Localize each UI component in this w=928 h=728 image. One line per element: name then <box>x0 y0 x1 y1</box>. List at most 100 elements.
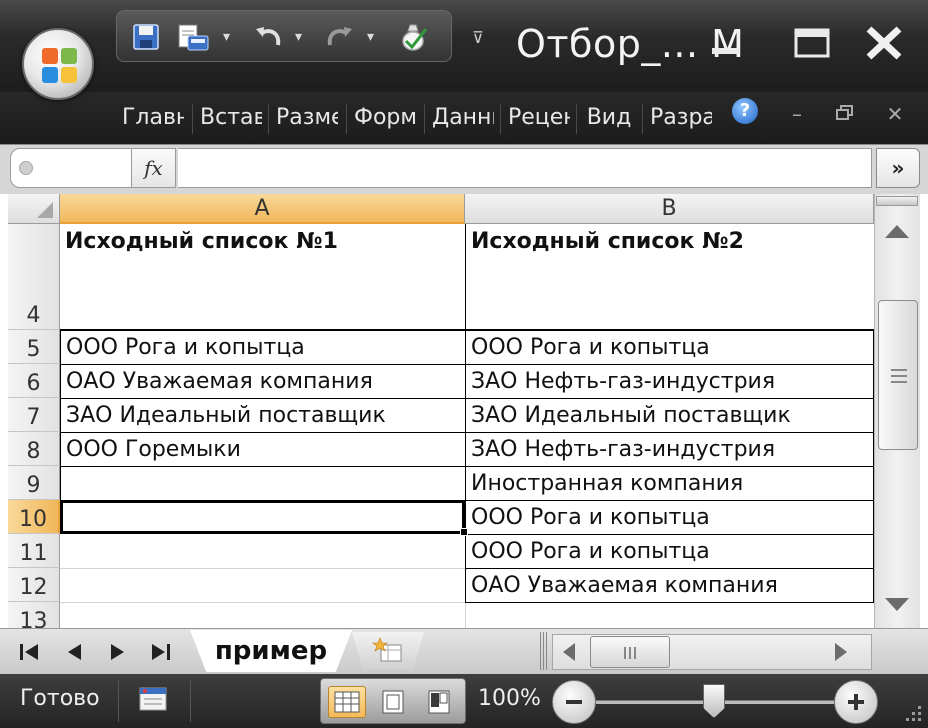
expand-formula-bar-button[interactable]: » <box>876 148 920 188</box>
undo-icon <box>256 27 281 46</box>
row-header[interactable]: 4 <box>8 224 60 330</box>
tab-separator <box>268 104 269 134</box>
cell-b8[interactable]: ЗАО Нефть-газ-индустрия <box>465 432 874 467</box>
cell-a12[interactable] <box>60 568 465 602</box>
print-preview-icon <box>178 24 209 51</box>
close-button[interactable] <box>856 20 912 66</box>
cell-a7[interactable]: ЗАО Идеальный поставщик <box>60 398 466 433</box>
row-header[interactable]: 12 <box>8 568 60 602</box>
page-layout-view-button[interactable] <box>374 686 412 718</box>
cell-a5[interactable]: ООО Рога и копытца <box>60 330 466 365</box>
spell-check-button[interactable] <box>393 21 433 53</box>
customize-toolbar-button[interactable]: ⊽ <box>468 26 488 50</box>
vertical-split-box[interactable] <box>876 196 918 206</box>
insert-sheet-button[interactable] <box>352 632 424 670</box>
cell-a4[interactable]: Исходный список №1 <box>60 224 465 330</box>
window-resize-grip[interactable] <box>900 700 924 724</box>
tab-page-layout[interactable]: Разметка страницы <box>276 98 338 138</box>
zoom-in-button[interactable] <box>834 680 878 724</box>
scroll-left-button[interactable] <box>554 636 584 668</box>
row-header[interactable]: 8 <box>8 432 60 466</box>
row-header[interactable]: 6 <box>8 364 60 398</box>
cell-a10[interactable] <box>60 500 465 534</box>
tab-insert[interactable]: Вставка <box>200 98 262 138</box>
fill-handle[interactable] <box>460 528 468 536</box>
cell-a9[interactable] <box>60 466 466 501</box>
redo-dropdown-arrow[interactable]: ▾ <box>367 29 374 45</box>
row-header[interactable]: 9 <box>8 466 60 500</box>
tab-view[interactable]: Вид <box>584 98 634 138</box>
page-break-view-icon <box>428 690 450 714</box>
cell-a8[interactable]: ООО Горемыки <box>60 432 466 467</box>
workbook-restore-button[interactable] <box>830 100 860 128</box>
workbook-minimize-button[interactable]: – <box>782 100 812 128</box>
print-dropdown-arrow[interactable]: ▾ <box>223 29 230 45</box>
select-all-button[interactable] <box>8 194 60 224</box>
row-header[interactable]: 11 <box>8 534 60 568</box>
restore-icon <box>836 105 853 120</box>
last-sheet-button[interactable] <box>144 637 178 667</box>
tab-review[interactable]: Рецензирование <box>508 98 570 138</box>
cell-b6[interactable]: ЗАО Нефть-газ-индустрия <box>465 364 874 399</box>
sheet-tab-active[interactable]: пример <box>190 630 352 672</box>
prev-sheet-icon <box>68 644 81 660</box>
tab-split-handle[interactable] <box>540 632 548 670</box>
spreadsheet-grid: A B 4 5 6 7 8 9 10 11 12 13 Исходный спи… <box>0 194 928 628</box>
cell-b4[interactable]: Исходный список №2 <box>465 224 874 330</box>
formula-input[interactable] <box>178 148 872 188</box>
scroll-down-button[interactable] <box>876 586 918 624</box>
column-header-b[interactable]: B <box>465 194 874 224</box>
first-sheet-button[interactable] <box>12 637 46 667</box>
arrow-left-icon <box>563 643 575 661</box>
status-text: Готово <box>20 686 100 711</box>
scroll-right-button[interactable] <box>826 636 856 668</box>
undo-dropdown-arrow[interactable]: ▾ <box>295 29 302 45</box>
vertical-scroll-thumb[interactable] <box>878 300 918 450</box>
insert-function-button[interactable]: fx <box>132 148 176 188</box>
tab-separator <box>346 104 347 134</box>
cell-b7[interactable]: ЗАО Идеальный поставщик <box>465 398 874 433</box>
cell-a6[interactable]: ОАО Уважаемая компания <box>60 364 466 399</box>
name-box-resize-handle[interactable] <box>19 161 33 175</box>
cell-b10[interactable]: ООО Рога и копытца <box>465 500 874 535</box>
maximize-button[interactable] <box>784 20 840 66</box>
row-header[interactable]: 13 <box>8 602 60 628</box>
quick-access-toolbar: ▾ ▾ ▾ <box>116 10 452 62</box>
arrow-up-icon <box>885 225 909 238</box>
prev-sheet-button[interactable] <box>58 637 92 667</box>
row-header[interactable]: 5 <box>8 330 60 364</box>
horizontal-scroll-thumb[interactable] <box>590 636 670 668</box>
cell-b12[interactable]: ОАО Уважаемая компания <box>465 568 874 603</box>
redo-button[interactable] <box>321 21 357 53</box>
tab-home[interactable]: Главная <box>122 98 184 138</box>
undo-button[interactable] <box>251 21 287 53</box>
normal-view-button[interactable] <box>328 686 366 718</box>
save-button[interactable] <box>129 21 163 53</box>
name-box[interactable] <box>10 148 132 188</box>
minimize-button[interactable] <box>698 20 754 66</box>
tab-formulas[interactable]: Формулы <box>354 98 416 138</box>
cell-b11[interactable]: ООО Рога и копытца <box>465 534 874 569</box>
tab-separator <box>424 104 425 134</box>
cell-b5[interactable]: ООО Рога и копытца <box>465 330 874 365</box>
tab-data[interactable]: Данные <box>432 98 494 138</box>
next-sheet-button[interactable] <box>100 637 134 667</box>
column-header-a[interactable]: A <box>60 194 465 224</box>
macro-record-button[interactable] <box>136 684 170 714</box>
row-header[interactable]: 7 <box>8 398 60 432</box>
zoom-level[interactable]: 100% <box>478 686 541 711</box>
row-header-active[interactable]: 10 <box>8 500 60 534</box>
cell-b9[interactable]: Иностранная компания <box>465 466 874 501</box>
zoom-out-button[interactable] <box>552 680 596 724</box>
formula-bar: fx » <box>0 144 928 194</box>
tab-developer[interactable]: Разработчик <box>650 98 712 138</box>
arrow-down-icon <box>885 598 909 611</box>
print-preview-button[interactable] <box>173 21 213 53</box>
office-button[interactable] <box>22 28 94 100</box>
workbook-close-button[interactable]: ✕ <box>880 100 910 128</box>
scroll-up-button[interactable] <box>876 212 918 250</box>
page-break-view-button[interactable] <box>420 686 458 718</box>
normal-view-icon <box>334 691 360 713</box>
help-icon[interactable]: ? <box>732 98 758 124</box>
cell-a11[interactable] <box>60 534 465 568</box>
